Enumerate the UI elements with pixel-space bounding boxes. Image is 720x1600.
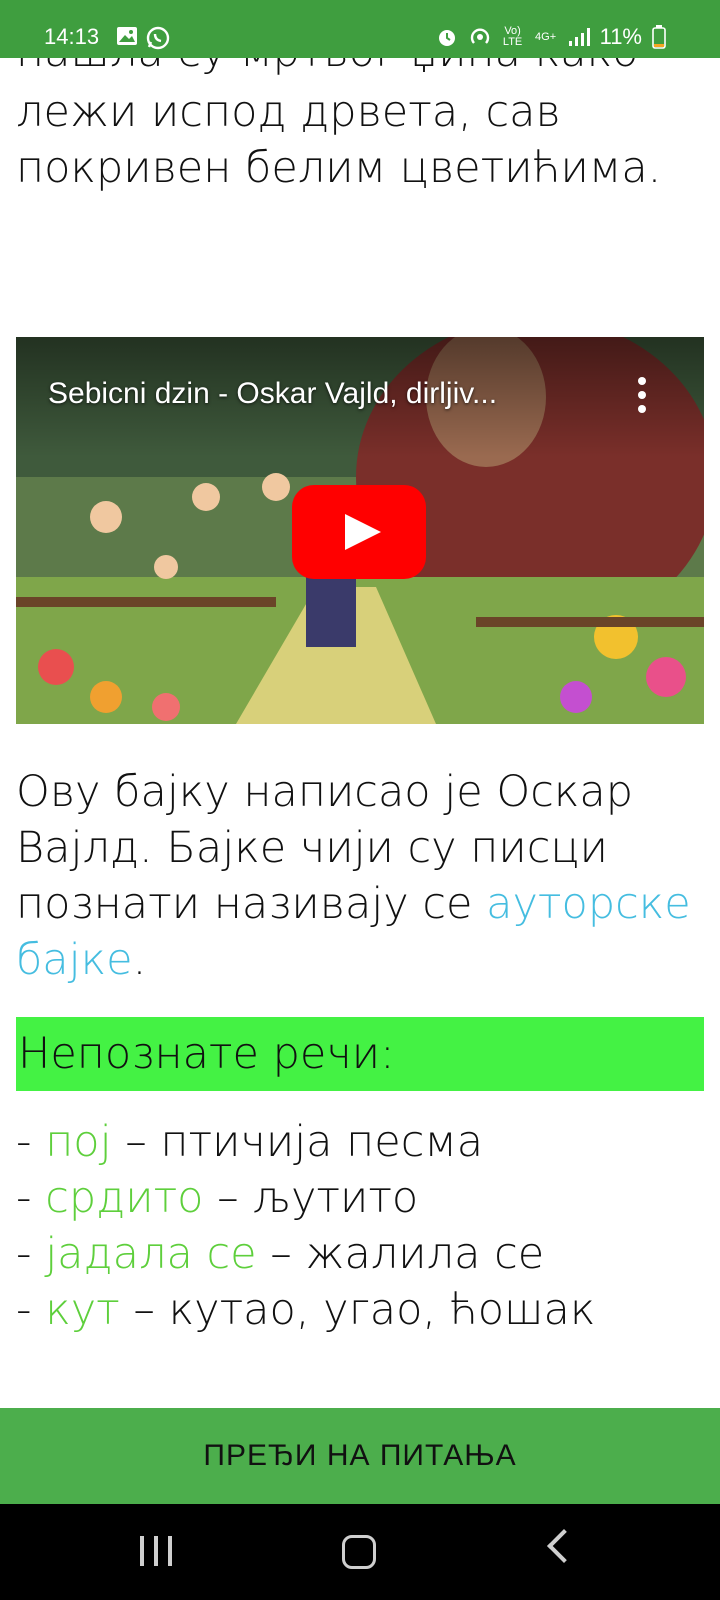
status-bar: 14:13 Vo) LTE 4G+ 11% xyxy=(0,0,720,58)
story-line-2: покривен белим цветићима. xyxy=(16,143,662,193)
list-item: - јадала се – жалила се xyxy=(16,1226,706,1282)
play-icon xyxy=(345,514,381,550)
vocab-word: срдито xyxy=(45,1173,204,1223)
video-menu-icon[interactable] xyxy=(638,377,646,413)
vocab-word: пој xyxy=(45,1117,112,1167)
vocab-meaning: – кутао, угао, ћошак xyxy=(119,1285,596,1335)
go-to-questions-button[interactable]: ПРЕЂИ НА ПИТАЊА xyxy=(0,1408,720,1504)
hotspot-icon xyxy=(470,28,489,44)
recent-apps-icon[interactable] xyxy=(140,1536,172,1566)
list-dash: - xyxy=(16,1117,46,1167)
vocab-list: - пој – птичија песма - срдито – љутито … xyxy=(16,1114,706,1338)
status-system-icons: Vo) LTE 4G+ 11% xyxy=(436,24,666,50)
paragraph-end: . xyxy=(132,935,147,985)
status-time: 14:13 xyxy=(44,24,100,49)
volte-indicator: Vo) LTE xyxy=(502,25,523,48)
back-icon[interactable] xyxy=(547,1529,581,1563)
gallery-icon xyxy=(117,27,137,45)
list-item: - срдито – љутито xyxy=(16,1170,706,1226)
vocab-meaning: – жалила се xyxy=(256,1229,545,1279)
video-title[interactable]: Sebicni dzin - Oskar Vajld, dirljiv... xyxy=(48,377,497,411)
vocab-word: кут xyxy=(45,1285,120,1335)
list-item: - пој – птичија песма xyxy=(16,1114,706,1170)
vocab-meaning: – птичија песма xyxy=(111,1117,484,1167)
list-dash: - xyxy=(16,1229,46,1279)
alarm-icon xyxy=(438,30,455,46)
network-type: 4G+ xyxy=(535,30,557,43)
unknown-words-header: Непознате речи: xyxy=(16,1017,704,1091)
system-nav-bar xyxy=(0,1504,720,1600)
list-item: - кут – кутао, угао, ћошак xyxy=(16,1282,706,1338)
list-dash: - xyxy=(16,1285,46,1335)
list-dash: - xyxy=(16,1173,46,1223)
youtube-video-embed[interactable]: Sebicni dzin - Oskar Vajld, dirljiv... xyxy=(16,337,704,724)
signal-icon xyxy=(568,28,590,46)
author-paragraph: Ову бајку написао је Оскар Вајлд. Бајке … xyxy=(16,764,706,988)
status-notification-icons xyxy=(116,26,170,50)
story-line-1: лежи испод дрвета, сав xyxy=(16,87,561,137)
battery-icon xyxy=(652,25,666,49)
vocab-word: јадала се xyxy=(45,1229,257,1279)
vocab-meaning: – љутито xyxy=(203,1173,419,1223)
whatsapp-icon xyxy=(146,26,170,50)
play-button[interactable] xyxy=(292,485,426,579)
battery-percent: 11% xyxy=(599,24,642,49)
home-icon[interactable] xyxy=(342,1535,376,1569)
story-text: нашла су мртвог џина како лежи испод дрв… xyxy=(16,27,706,196)
